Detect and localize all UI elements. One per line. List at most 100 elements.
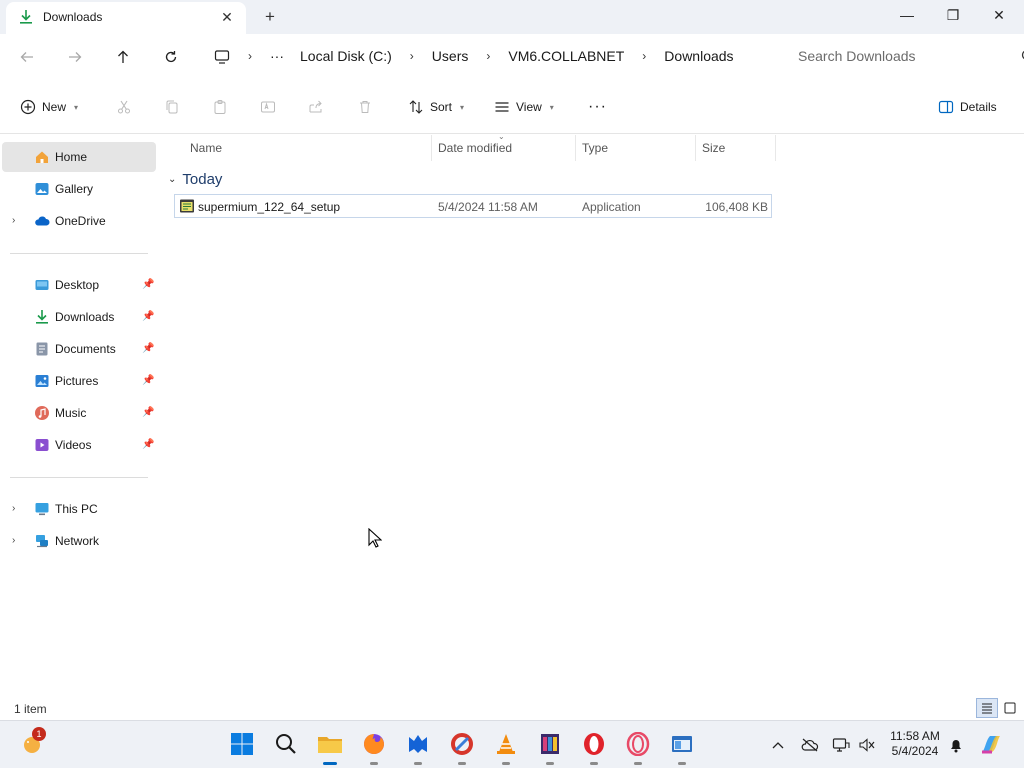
close-window-button[interactable]: ✕ bbox=[976, 0, 1022, 30]
delete-button[interactable] bbox=[357, 94, 373, 120]
tab-downloads[interactable]: Downloads ✕ bbox=[6, 2, 246, 34]
cloud-offline-icon bbox=[801, 738, 819, 752]
sort-indicator-icon: ⌄ bbox=[498, 132, 505, 141]
breadcrumb-more[interactable]: ··· bbox=[262, 48, 292, 64]
details-view-button[interactable] bbox=[976, 698, 998, 718]
pin-icon[interactable]: 📌 bbox=[142, 343, 154, 354]
breadcrumb-local-disk[interactable]: Local Disk (C:) bbox=[292, 48, 400, 64]
ccleaner-taskbar-button[interactable] bbox=[447, 729, 477, 765]
breadcrumb-users[interactable]: Users bbox=[424, 48, 477, 64]
trash-icon bbox=[360, 101, 370, 113]
copilot-button[interactable] bbox=[976, 729, 1006, 759]
file-explorer-taskbar-button[interactable] bbox=[315, 729, 345, 765]
weather-widget[interactable]: 1 bbox=[18, 727, 48, 759]
new-tab-button[interactable]: + bbox=[260, 7, 280, 27]
search-input[interactable]: Search Downloads bbox=[784, 40, 1024, 72]
arrow-up-icon bbox=[118, 50, 128, 63]
share-button[interactable] bbox=[308, 94, 324, 120]
forward-button[interactable] bbox=[62, 44, 88, 70]
share-icon bbox=[309, 100, 322, 113]
sort-button[interactable]: Sort ▾ bbox=[408, 94, 464, 120]
see-more-button[interactable]: ··· bbox=[588, 94, 607, 120]
chevron-right-icon[interactable]: › bbox=[12, 215, 15, 226]
sidebar-item-documents[interactable]: Documents 📌 bbox=[2, 334, 156, 364]
up-button[interactable] bbox=[110, 44, 136, 70]
view-label: View bbox=[516, 100, 542, 114]
sidebar-item-this-pc[interactable]: › This PC bbox=[2, 494, 156, 524]
table-row[interactable]: supermium_122_64_setup 5/4/2024 11:58 AM… bbox=[174, 194, 772, 218]
copy-button[interactable] bbox=[164, 94, 180, 120]
details-label: Details bbox=[960, 100, 997, 114]
malwarebytes-taskbar-button[interactable] bbox=[403, 729, 433, 765]
chevron-right-icon: › bbox=[248, 49, 252, 63]
search-button[interactable] bbox=[271, 729, 301, 759]
tab-close-button[interactable]: ✕ bbox=[218, 8, 236, 26]
firefox-taskbar-button[interactable] bbox=[359, 729, 389, 765]
application-icon bbox=[179, 198, 195, 217]
pin-icon[interactable]: 📌 bbox=[142, 407, 154, 418]
pin-icon[interactable]: 📌 bbox=[142, 311, 154, 322]
clock[interactable]: 11:58 AM 5/4/2024 bbox=[880, 729, 950, 759]
cut-button[interactable] bbox=[116, 94, 132, 120]
sidebar-item-desktop[interactable]: Desktop 📌 bbox=[2, 270, 156, 300]
tiles-view-icon bbox=[1004, 702, 1016, 714]
view-button[interactable]: View ▾ bbox=[494, 94, 554, 120]
sidebar-item-home[interactable]: Home bbox=[2, 142, 156, 172]
chevron-right-icon[interactable]: › bbox=[632, 49, 656, 63]
pictures-icon bbox=[34, 373, 50, 389]
minimize-button[interactable]: — bbox=[884, 0, 930, 30]
chevron-right-icon[interactable]: › bbox=[12, 535, 15, 546]
paste-button[interactable] bbox=[212, 94, 228, 120]
breadcrumb-user-folder[interactable]: VM6.COLLABNET bbox=[500, 48, 632, 64]
column-header-date[interactable]: Date modified ⌄ bbox=[432, 132, 576, 161]
breadcrumb-downloads[interactable]: Downloads bbox=[656, 48, 741, 64]
running-indicator bbox=[546, 762, 554, 765]
chevron-right-icon[interactable]: › bbox=[476, 49, 500, 63]
new-button[interactable]: New ▾ bbox=[20, 94, 78, 120]
start-button[interactable] bbox=[227, 729, 257, 759]
sidebar-item-music[interactable]: Music 📌 bbox=[2, 398, 156, 428]
vlc-taskbar-button[interactable] bbox=[491, 729, 521, 765]
show-hidden-icons-button[interactable] bbox=[768, 735, 788, 755]
details-pane-button[interactable]: Details bbox=[938, 94, 997, 120]
app-window-taskbar-button[interactable] bbox=[667, 729, 697, 765]
pin-icon[interactable]: 📌 bbox=[142, 279, 154, 290]
sidebar-item-gallery[interactable]: Gallery bbox=[2, 174, 156, 204]
videos-icon bbox=[34, 437, 50, 453]
notifications-button[interactable] bbox=[946, 735, 966, 755]
active-indicator bbox=[323, 762, 337, 765]
sort-label: Sort bbox=[430, 100, 453, 114]
opera-icon bbox=[584, 733, 604, 755]
maximize-button[interactable]: ❐ bbox=[930, 0, 976, 30]
group-header-today[interactable]: ⌄ Today bbox=[168, 169, 222, 189]
pin-icon[interactable]: 📌 bbox=[142, 439, 154, 450]
running-indicator bbox=[414, 762, 422, 765]
column-header-name[interactable]: Name bbox=[184, 135, 432, 161]
sidebar-item-onedrive[interactable]: › OneDrive bbox=[2, 206, 156, 236]
sidebar-item-pictures[interactable]: Pictures 📌 bbox=[2, 366, 156, 396]
tiles-view-button[interactable] bbox=[999, 698, 1021, 718]
firefox-icon bbox=[364, 734, 384, 754]
chevron-right-icon[interactable]: › bbox=[12, 503, 15, 514]
running-indicator bbox=[502, 762, 510, 765]
details-view-icon bbox=[982, 703, 992, 714]
sidebar-item-downloads[interactable]: Downloads 📌 bbox=[2, 302, 156, 332]
back-button[interactable] bbox=[14, 44, 40, 70]
column-header-type[interactable]: Type bbox=[576, 135, 696, 161]
taskbar: 1 11:58 AM 5/4/2024 bbox=[0, 720, 1024, 768]
rename-button[interactable] bbox=[260, 94, 276, 120]
notification-badge: 1 bbox=[32, 727, 46, 741]
onedrive-tray-button[interactable] bbox=[800, 735, 820, 755]
refresh-button[interactable] bbox=[158, 44, 184, 70]
sidebar-item-videos[interactable]: Videos 📌 bbox=[2, 430, 156, 460]
winrar-taskbar-button[interactable] bbox=[535, 729, 565, 765]
column-header-size[interactable]: Size bbox=[696, 135, 776, 161]
pin-icon[interactable]: 📌 bbox=[142, 375, 154, 386]
sidebar-item-network[interactable]: › Network bbox=[2, 526, 156, 556]
chevron-right-icon[interactable]: › bbox=[400, 49, 424, 63]
this-pc-location-button[interactable] bbox=[209, 44, 235, 70]
opera-taskbar-button[interactable] bbox=[579, 729, 609, 765]
network-tray-button[interactable] bbox=[831, 735, 851, 755]
opera-gx-taskbar-button[interactable] bbox=[623, 729, 653, 765]
volume-tray-button[interactable] bbox=[857, 735, 877, 755]
